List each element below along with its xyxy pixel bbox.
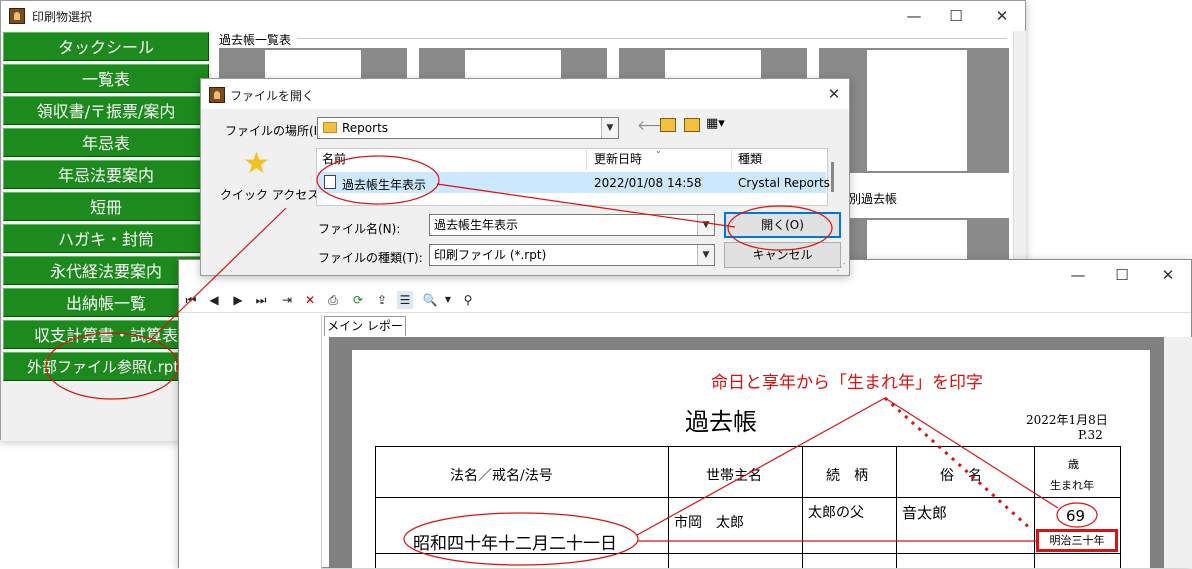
file-modified: 2022/01/08 14:58 (594, 176, 702, 190)
row-lay-name: 音太郎 (902, 504, 948, 522)
refresh-icon[interactable]: ⟳ (350, 291, 366, 309)
maximize-button[interactable]: ☐ (1107, 263, 1137, 287)
menu-tanzaku[interactable]: 短冊 (3, 192, 209, 221)
table-col-divider (802, 446, 803, 568)
main-scrollbar[interactable] (1013, 31, 1026, 261)
dialog-title: ファイルを開く (230, 89, 315, 103)
location-label: ファイルの場所(I): (225, 124, 326, 138)
filename-input[interactable]: 過去帳生年表示 ▼ (429, 214, 715, 236)
thumbnail-caption: 別過去帳 (849, 192, 898, 206)
location-select[interactable]: Reports ▼ (317, 117, 619, 139)
close-button[interactable]: ✕ (1153, 263, 1183, 287)
menu-nenki-memorial[interactable]: 年忌法要案内 (3, 160, 209, 189)
annotation-text: 命日と享年から「生まれ年」を印字 (711, 373, 983, 393)
new-folder-icon[interactable] (684, 118, 700, 132)
column-header-modified[interactable]: 更新日時 (594, 150, 642, 170)
menu-receipt[interactable]: 領収書/〒振票/案内 (3, 96, 209, 125)
report-title: 過去帳 (685, 408, 757, 436)
report-file-icon (324, 175, 336, 189)
up-folder-icon[interactable] (660, 118, 676, 132)
resize-grip[interactable]: ⋰ (836, 262, 846, 273)
sort-chevron-icon: ⌄ (655, 146, 662, 155)
minimize-button[interactable]: — (1063, 263, 1093, 287)
table-col-divider (668, 446, 669, 568)
row-householder: 市岡 太郎 (674, 515, 744, 531)
zoom-dropdown-icon[interactable]: ▼ (440, 291, 456, 309)
close-view-icon[interactable]: ✕ (302, 291, 318, 309)
row-relation: 太郎の父 (808, 505, 864, 521)
main-report-tab[interactable]: メイン レポート (324, 316, 406, 351)
header-dharma-name: 法名／戒名/法号 (450, 468, 553, 484)
quick-access-label[interactable]: クイック アクセス (220, 186, 319, 203)
report-toolbar-divider (179, 312, 1191, 313)
menu-postcard[interactable]: ハガキ・封筒 (3, 224, 209, 253)
column-divider (731, 150, 732, 170)
header-relation: 続 柄 (826, 468, 868, 484)
row-birth-year: 明治三十年 (1036, 529, 1118, 552)
main-window-title: 印刷物選択 (32, 10, 93, 24)
minimize-button[interactable]: — (899, 4, 929, 28)
file-list-scrollbar[interactable] (831, 162, 834, 192)
print-icon[interactable]: ⎙ (325, 291, 341, 309)
header-birth-year: 生まれ年 (1050, 479, 1094, 492)
group-tree-icon[interactable]: ☰ (397, 291, 413, 309)
dialog-app-icon (209, 87, 225, 103)
maximize-button[interactable]: ☐ (941, 4, 971, 28)
app-icon (9, 8, 25, 24)
section-divider (297, 38, 1007, 39)
search-binoculars-icon[interactable]: ⚲ (460, 291, 476, 309)
dialog-close-button[interactable]: ✕ (819, 82, 849, 106)
header-lay-name: 俗 名 (940, 468, 982, 484)
file-name[interactable]: 過去帳生年表示 (342, 176, 426, 193)
report-scrollbar[interactable] (1164, 337, 1192, 568)
close-button[interactable]: ✕ (987, 4, 1017, 28)
chevron-down-icon[interactable]: ▼ (601, 118, 618, 138)
chevron-down-icon[interactable]: ▼ (697, 215, 714, 235)
next-page-icon[interactable]: ▶ (230, 291, 246, 309)
zoom-icon[interactable]: 🔍 (422, 291, 438, 309)
view-menu-icon[interactable]: ▦▾ (706, 116, 725, 131)
table-col-divider (1034, 446, 1035, 568)
menu-tack-seal[interactable]: タックシール (3, 32, 209, 61)
header-householder: 世帯主名 (706, 468, 762, 484)
last-page-icon[interactable]: ⏭ (253, 291, 269, 309)
export-icon[interactable]: ⇪ (374, 291, 390, 309)
menu-list[interactable]: 一覧表 (3, 64, 209, 93)
main-titlebar[interactable]: 印刷物選択 — ☐ ✕ (1, 1, 1025, 31)
menu-nenki-table[interactable]: 年忌表 (3, 128, 209, 157)
column-header-type[interactable]: 種類 (738, 150, 762, 170)
cancel-button[interactable]: キャンセル (724, 242, 841, 268)
table-col-divider (896, 446, 897, 568)
file-type: Crystal Reports (738, 176, 830, 190)
goto-page-icon[interactable]: ⇥ (279, 291, 295, 309)
first-page-icon[interactable]: ⏮ (183, 291, 199, 309)
open-button[interactable]: 開く(O) (724, 212, 841, 238)
location-value: Reports (342, 121, 389, 135)
star-icon[interactable]: ★ (243, 148, 270, 180)
report-page-number: P.32 (1078, 428, 1103, 442)
prev-page-icon[interactable]: ◀ (206, 291, 222, 309)
table-header-divider (375, 497, 1121, 498)
filename-label: ファイル名(N): (318, 222, 401, 236)
report-date: 2022年1月8日 (1026, 413, 1108, 427)
chevron-down-icon[interactable]: ▼ (697, 245, 714, 265)
row-death-date: 昭和四十年十二月二十一日 (413, 534, 617, 554)
column-header-name[interactable]: 名前 (322, 150, 346, 170)
table-border-left (375, 446, 376, 568)
filetype-value: 印刷ファイル (*.rpt) (434, 248, 547, 262)
table-border-top (375, 446, 1121, 447)
header-age: 歳 (1068, 458, 1079, 471)
filetype-label: ファイルの種類(T): (318, 251, 423, 265)
column-divider (586, 150, 587, 170)
row-age: 69 (1066, 507, 1086, 525)
folder-icon (323, 122, 337, 133)
table-border-right (1120, 446, 1121, 568)
filename-value: 過去帳生年表示 (434, 218, 519, 232)
filetype-select[interactable]: 印刷ファイル (*.rpt) ▼ (429, 244, 715, 266)
section-label: 過去帳一覧表 (219, 33, 292, 47)
report-left-pane (179, 315, 322, 569)
